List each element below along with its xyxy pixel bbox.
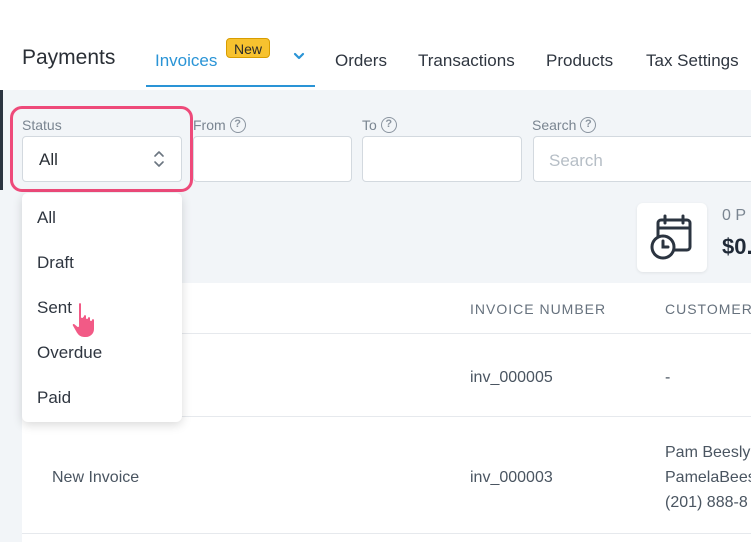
- new-badge: New: [226, 38, 270, 58]
- page-title: Payments: [22, 46, 116, 69]
- from-label: From ?: [193, 117, 246, 133]
- tab-transactions[interactable]: Transactions: [418, 51, 515, 71]
- help-circle-icon[interactable]: ?: [229, 117, 246, 133]
- customer-cell: -: [665, 369, 671, 386]
- header: Payments Invoices New Orders Transaction…: [0, 0, 751, 90]
- help-circle-icon[interactable]: ?: [580, 117, 597, 133]
- column-header-customer[interactable]: CUSTOMER: [665, 301, 751, 317]
- status-option-overdue[interactable]: Overdue: [37, 343, 102, 363]
- status-option-sent[interactable]: Sent: [37, 298, 72, 318]
- tab-invoices[interactable]: Invoices: [155, 51, 217, 71]
- chevron-down-icon[interactable]: [292, 49, 306, 63]
- customer-phone: (201) 888-8: [665, 494, 748, 511]
- calendar-clock-icon: [650, 214, 692, 260]
- tab-tax-settings[interactable]: Tax Settings: [646, 51, 739, 71]
- invoice-name: New Invoice: [52, 469, 140, 486]
- help-circle-icon[interactable]: ?: [380, 117, 397, 133]
- status-option-paid[interactable]: Paid: [37, 388, 71, 408]
- summary-amount: $0.: [722, 234, 751, 259]
- search-placeholder: Search: [549, 151, 603, 170]
- from-label-text: From: [193, 117, 226, 133]
- invoice-number: inv_000005: [470, 369, 553, 386]
- to-date-input[interactable]: [362, 136, 522, 182]
- status-option-draft[interactable]: Draft: [37, 253, 74, 273]
- from-date-input[interactable]: [193, 136, 352, 182]
- pointer-hand-icon: [70, 301, 96, 339]
- active-tab-indicator: [146, 85, 315, 87]
- to-label: To ?: [362, 117, 397, 133]
- column-header-invoice-number[interactable]: INVOICE NUMBER: [470, 301, 606, 317]
- tab-orders[interactable]: Orders: [335, 51, 387, 71]
- search-label-text: Search: [532, 117, 577, 133]
- summary-card: [637, 203, 707, 272]
- status-option-all[interactable]: All: [37, 208, 56, 228]
- search-input[interactable]: Search: [533, 136, 751, 182]
- tab-products[interactable]: Products: [546, 51, 613, 71]
- customer-name: Pam Beesly: [665, 444, 751, 461]
- to-label-text: To: [362, 117, 377, 133]
- invoice-number: inv_000003: [470, 469, 553, 486]
- customer-email: PamelaBees: [665, 469, 751, 486]
- search-label: Search ?: [532, 117, 597, 133]
- focus-highlight: [10, 106, 193, 192]
- summary-count: 0 P: [722, 207, 747, 224]
- row-divider: [22, 533, 751, 534]
